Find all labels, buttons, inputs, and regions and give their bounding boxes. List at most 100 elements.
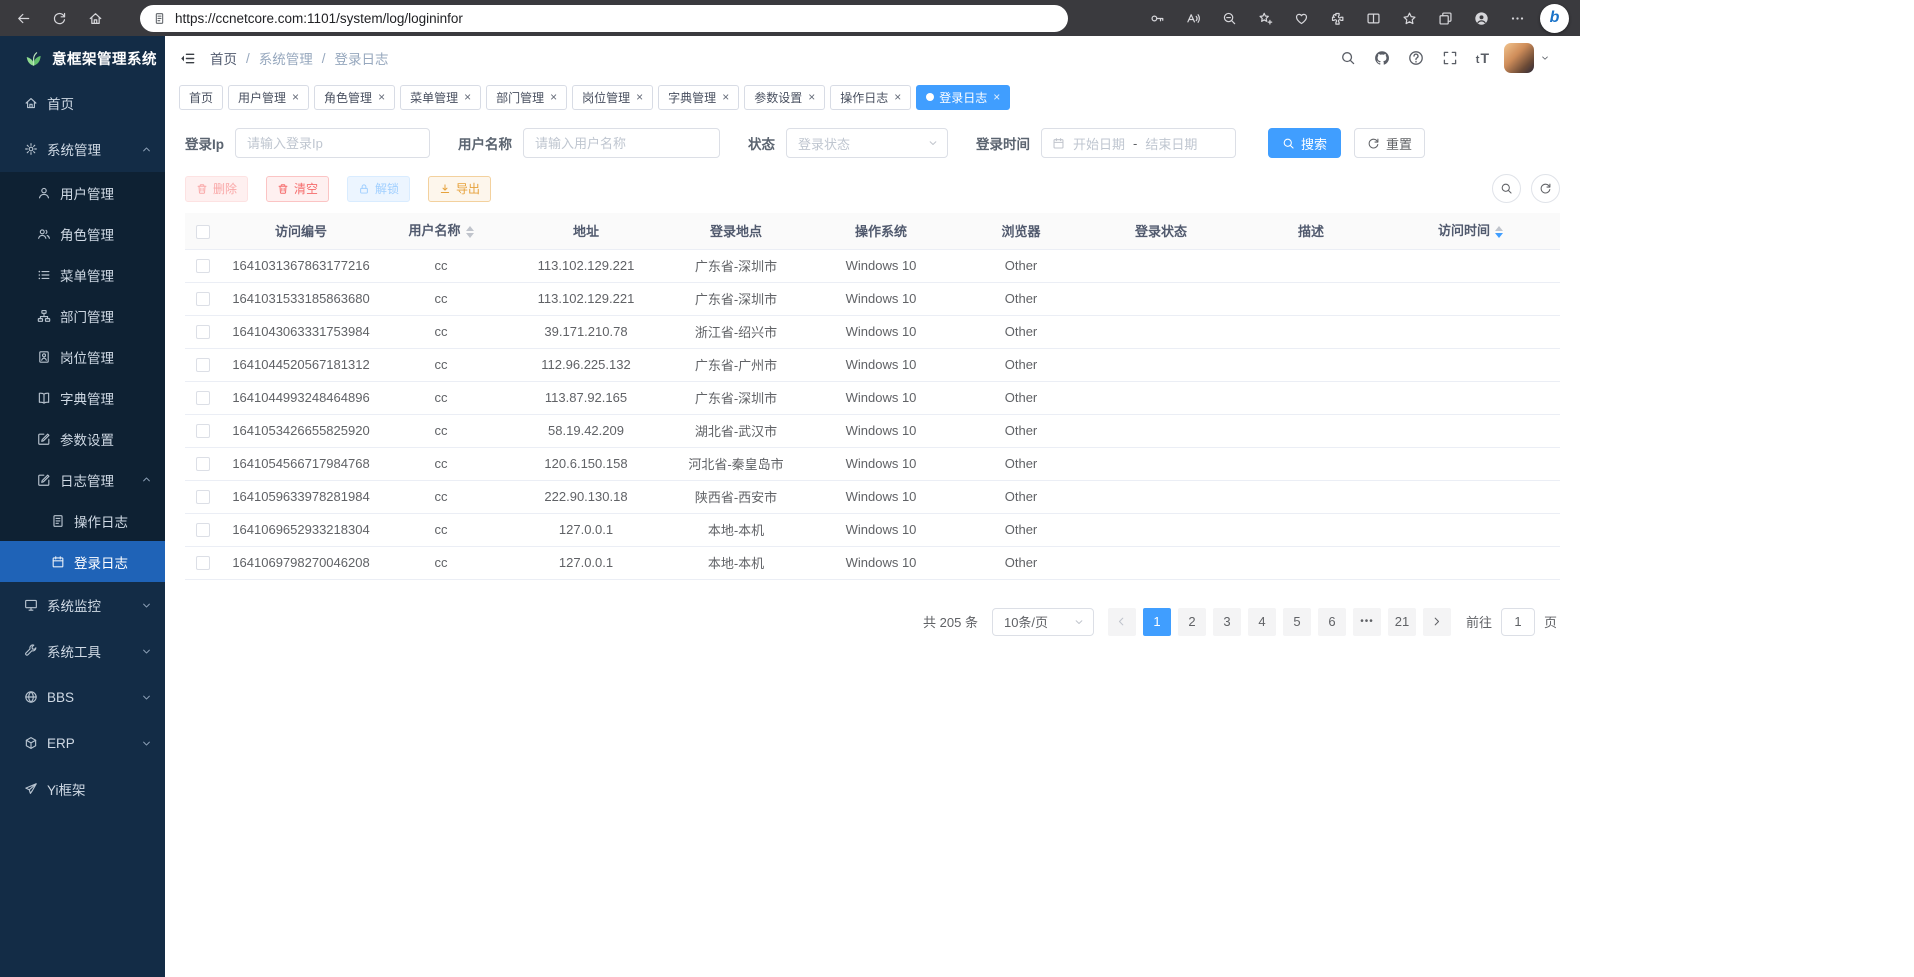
sidebar-item-bbs[interactable]: BBS: [0, 674, 165, 720]
page-button-4[interactable]: 4: [1248, 608, 1276, 636]
login-ip-input[interactable]: [235, 128, 430, 158]
sidebar-item-home[interactable]: 首页: [0, 80, 165, 126]
delete-button[interactable]: 删除: [185, 176, 248, 202]
export-button[interactable]: 导出: [428, 176, 491, 202]
date-range-picker[interactable]: 开始日期 - 结束日期: [1041, 128, 1236, 158]
col-user_name[interactable]: 用户名称: [381, 213, 501, 249]
page-size-select[interactable]: 10条/页: [992, 608, 1094, 636]
sidebar-fold-button[interactable]: [179, 50, 196, 67]
site-info-icon[interactable]: [153, 12, 166, 25]
clear-button[interactable]: 清空: [266, 176, 329, 202]
tab-close-icon[interactable]: ×: [292, 91, 299, 103]
table-row[interactable]: 1641043063331753984cc39.171.210.78浙江省-绍兴…: [185, 315, 1560, 348]
tab-close-icon[interactable]: ×: [550, 91, 557, 103]
search-button[interactable]: [1340, 50, 1356, 66]
back-button[interactable]: [6, 3, 40, 33]
table-row[interactable]: 1641069652933218304cc127.0.0.1本地-本机Windo…: [185, 513, 1560, 546]
goto-page-input[interactable]: [1501, 608, 1535, 636]
table-row[interactable]: 1641054566717984768cc120.6.150.158河北省-秦皇…: [185, 447, 1560, 480]
address-bar[interactable]: https://ccnetcore.com:1101/system/log/lo…: [140, 5, 1068, 32]
table-row[interactable]: 1641059633978281984cc222.90.130.18陕西省-西安…: [185, 480, 1560, 513]
sidebar-item-param[interactable]: 参数设置: [0, 418, 165, 459]
sidebar-item-log[interactable]: 日志管理: [0, 459, 165, 500]
row-checkbox[interactable]: [196, 358, 210, 372]
essentials-button[interactable]: [1286, 3, 1317, 33]
favorites-star-button[interactable]: [1394, 3, 1425, 33]
sidebar-item-system[interactable]: 系统管理: [0, 126, 165, 172]
user-avatar[interactable]: [1504, 43, 1534, 73]
page-button-3[interactable]: 3: [1213, 608, 1241, 636]
col-visit_time[interactable]: 访问时间: [1381, 213, 1560, 249]
unlock-button[interactable]: 解锁: [347, 176, 410, 202]
table-row[interactable]: 1641031533185863680cc113.102.129.221广东省-…: [185, 282, 1560, 315]
row-checkbox[interactable]: [196, 424, 210, 438]
row-checkbox[interactable]: [196, 556, 210, 570]
sidebar-item-yi[interactable]: Yi框架: [0, 766, 165, 812]
tab-close-icon[interactable]: ×: [808, 91, 815, 103]
profile-button[interactable]: [1466, 3, 1497, 33]
fullscreen-button[interactable]: [1442, 50, 1458, 66]
more-button[interactable]: [1502, 3, 1533, 33]
tab-user[interactable]: 用户管理×: [228, 85, 309, 110]
show-search-button[interactable]: [1492, 174, 1521, 203]
table-row[interactable]: 1641044520567181312cc112.96.225.132广东省-广…: [185, 348, 1560, 381]
search-button[interactable]: 搜索: [1268, 128, 1341, 158]
page-button-2[interactable]: 2: [1178, 608, 1206, 636]
tab-role[interactable]: 角色管理×: [314, 85, 395, 110]
row-checkbox[interactable]: [196, 325, 210, 339]
sidebar-item-dict[interactable]: 字典管理: [0, 377, 165, 418]
breadcrumb-item-system[interactable]: 系统管理: [259, 48, 313, 68]
page-button-21[interactable]: 21: [1388, 608, 1416, 636]
table-row[interactable]: 1641044993248464896cc113.87.92.165广东省-深圳…: [185, 381, 1560, 414]
fontsize-button[interactable]: tT: [1476, 50, 1490, 66]
select-all-checkbox[interactable]: [196, 225, 210, 239]
tab-home[interactable]: 首页: [179, 85, 223, 110]
tab-close-icon[interactable]: ×: [378, 91, 385, 103]
tab-close-icon[interactable]: ×: [636, 91, 643, 103]
tab-close-icon[interactable]: ×: [993, 91, 1000, 103]
row-checkbox[interactable]: [196, 391, 210, 405]
row-checkbox[interactable]: [196, 259, 210, 273]
bing-copilot-button[interactable]: b: [1540, 4, 1569, 33]
extensions-button[interactable]: [1322, 3, 1353, 33]
row-checkbox[interactable]: [196, 457, 210, 471]
sidebar-item-menu[interactable]: 菜单管理: [0, 254, 165, 295]
sidebar-item-erp[interactable]: ERP: [0, 720, 165, 766]
page-button-5[interactable]: 5: [1283, 608, 1311, 636]
tab-dept[interactable]: 部门管理×: [486, 85, 567, 110]
sidebar-item-dept[interactable]: 部门管理: [0, 295, 165, 336]
table-row[interactable]: 1641069798270046208cc127.0.0.1本地-本机Windo…: [185, 546, 1560, 579]
row-checkbox[interactable]: [196, 292, 210, 306]
tab-menu[interactable]: 菜单管理×: [400, 85, 481, 110]
tab-param[interactable]: 参数设置×: [744, 85, 825, 110]
sidebar-item-loginlog[interactable]: 登录日志: [0, 541, 165, 582]
read-aloud-button[interactable]: [1178, 3, 1209, 33]
page-button-1[interactable]: 1: [1143, 608, 1171, 636]
table-row[interactable]: 1641053426655825920cc58.19.42.209湖北省-武汉市…: [185, 414, 1560, 447]
sidebar-item-oplog[interactable]: 操作日志: [0, 500, 165, 541]
chevron-down-icon[interactable]: [1540, 53, 1550, 63]
status-select[interactable]: 登录状态: [786, 128, 948, 158]
home-button[interactable]: [78, 3, 112, 33]
breadcrumb-item-home[interactable]: 首页: [210, 48, 237, 68]
sort-icon[interactable]: [466, 222, 474, 242]
tab-post[interactable]: 岗位管理×: [572, 85, 653, 110]
sidebar-item-user[interactable]: 用户管理: [0, 172, 165, 213]
row-checkbox[interactable]: [196, 490, 210, 504]
pager-ellipsis[interactable]: •••: [1353, 608, 1381, 636]
zoom-out-button[interactable]: [1214, 3, 1245, 33]
question-button[interactable]: [1408, 50, 1424, 66]
tab-dict[interactable]: 字典管理×: [658, 85, 739, 110]
tab-close-icon[interactable]: ×: [722, 91, 729, 103]
tab-close-icon[interactable]: ×: [894, 91, 901, 103]
row-checkbox[interactable]: [196, 523, 210, 537]
sidebar-item-post[interactable]: 岗位管理: [0, 336, 165, 377]
tab-oplog[interactable]: 操作日志×: [830, 85, 911, 110]
user-name-input[interactable]: [523, 128, 720, 158]
star-plus-button[interactable]: [1250, 3, 1281, 33]
key-button[interactable]: [1142, 3, 1173, 33]
github-button[interactable]: [1374, 50, 1390, 66]
sidebar-item-role[interactable]: 角色管理: [0, 213, 165, 254]
sidebar-item-tools[interactable]: 系统工具: [0, 628, 165, 674]
tab-close-icon[interactable]: ×: [464, 91, 471, 103]
